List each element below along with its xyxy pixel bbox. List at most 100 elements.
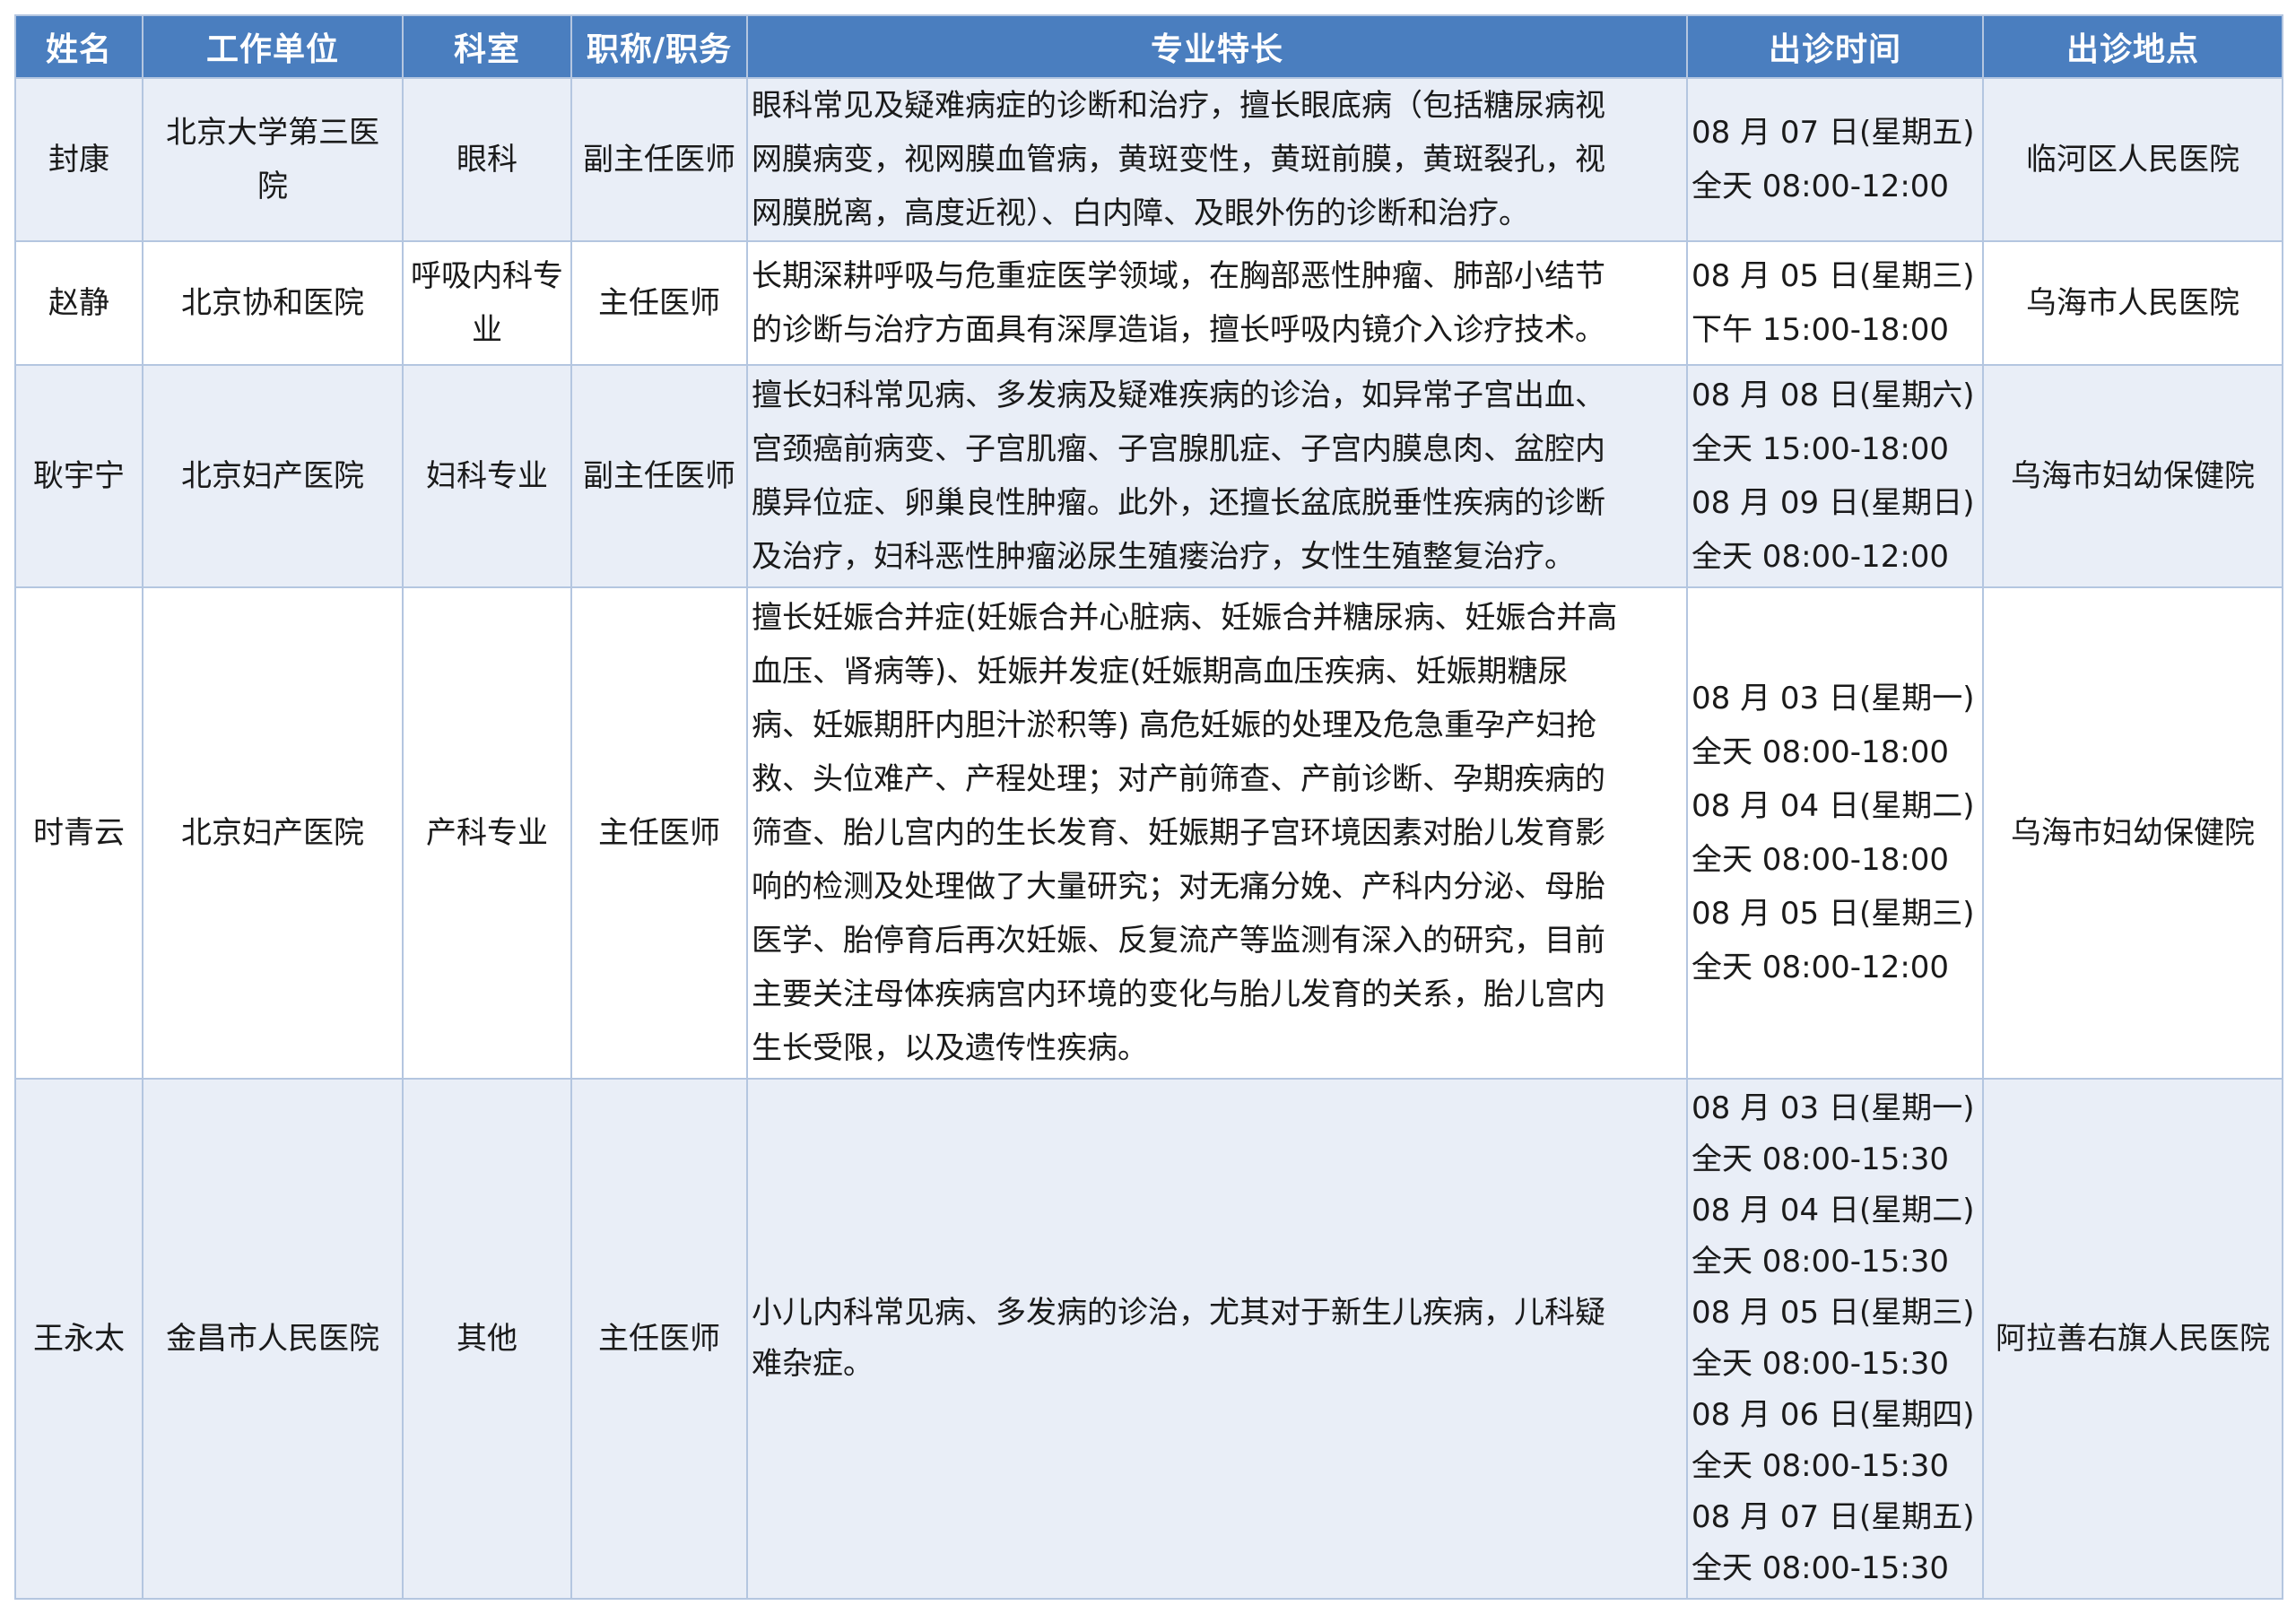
schedule-line: 全天 08:00-12:00 bbox=[1692, 950, 1950, 985]
unit-line: 金昌市人民医院 bbox=[166, 1320, 379, 1357]
cell-name: 时青云 bbox=[14, 586, 144, 1080]
cell-unit: 北京妇产医院 bbox=[142, 586, 404, 1080]
schedule-line: 全天 08:00-15:30 bbox=[1692, 1244, 1950, 1280]
specialty-line: 生长受限，以及遗传性疾病。 bbox=[752, 1030, 1148, 1066]
header-dept: 科室 bbox=[402, 14, 572, 79]
specialty-line: 擅长妇科常见病、多发病及疑难疾病的诊治，如异常子宫出血、 bbox=[752, 378, 1605, 413]
schedule-line: 下午 15:00-18:00 bbox=[1692, 312, 1950, 348]
unit-line: 北京妇产医院 bbox=[181, 815, 364, 851]
header-name: 姓名 bbox=[14, 14, 144, 79]
dept-line: 其他 bbox=[457, 1320, 517, 1357]
cell-specialty: 长期深耕呼吸与危重症医学领域，在胸部恶性肿瘤、肺部小结节 的诊断与治疗方面具有深厚… bbox=[746, 240, 1688, 366]
specialty-line: 网膜病变，视网膜血管病，黄斑变性，黄斑前膜，黄斑裂孔，视 bbox=[752, 142, 1605, 178]
schedule-line: 全天 08:00-12:00 bbox=[1692, 169, 1950, 204]
cell-location: 临河区人民医院 bbox=[1982, 77, 2283, 242]
schedule-line: 全天 08:00-15:30 bbox=[1692, 1550, 1950, 1586]
header-title: 职称/职务 bbox=[570, 14, 748, 79]
schedule-line: 08 月 05 日(星期三) bbox=[1692, 1295, 1975, 1331]
table-row: 耿宇宁 北京妇产医院 妇科专业 副主任医师 擅长妇科常见病、多发病及疑难疾病的诊治，如异… bbox=[14, 364, 2283, 588]
cell-location: 乌海市妇幼保健院 bbox=[1982, 586, 2283, 1080]
specialty-line: 难杂症。 bbox=[752, 1346, 874, 1382]
doctor-schedule-table: 姓名 工作单位 科室 职称/职务 专业特长 出诊时间 出诊地点 封康 北京大学第三… bbox=[14, 14, 2283, 1600]
cell-title: 副主任医师 bbox=[570, 364, 748, 588]
schedule-line: 08 月 04 日(星期二) bbox=[1692, 788, 1975, 824]
specialty-line: 响的检测及处理做了大量研究；对无痛分娩、产科内分泌、母胎 bbox=[752, 869, 1605, 905]
schedule-line: 全天 08:00-15:30 bbox=[1692, 1346, 1950, 1382]
cell-name: 赵静 bbox=[14, 240, 144, 366]
dept-line: 呼吸内科专 bbox=[411, 258, 563, 294]
cell-name: 封康 bbox=[14, 77, 144, 242]
header-schedule: 出诊时间 bbox=[1686, 14, 1984, 79]
schedule-line: 全天 08:00-12:00 bbox=[1692, 539, 1950, 575]
cell-dept: 呼吸内科专业 bbox=[402, 240, 572, 366]
cell-schedule: 08 月 03 日(星期一) 全天 08:00-18:00 08 月 04 日(星期… bbox=[1686, 586, 1984, 1080]
table-row: 赵静 北京协和医院 呼吸内科专业主任医师 长期深耕呼吸与危重症医学领域，在胸部恶性肿瘤… bbox=[14, 240, 2283, 366]
schedule-line: 08 月 05 日(星期三) bbox=[1692, 258, 1975, 294]
cell-location: 乌海市妇幼保健院 bbox=[1982, 364, 2283, 588]
cell-unit: 金昌市人民医院 bbox=[142, 1078, 404, 1600]
schedule-line: 08 月 06 日(星期四) bbox=[1692, 1397, 1975, 1433]
cell-schedule: 08 月 07 日(星期五) 全天 08:00-12:00 bbox=[1686, 77, 1984, 242]
schedule-line: 08 月 04 日(星期二) bbox=[1692, 1193, 1975, 1228]
table-row: 封康 北京大学第三医院 眼科 副主任医师 眼科常见及疑难病症的诊断和治疗，擅长眼底病（包… bbox=[14, 77, 2283, 242]
schedule-line: 08 月 08 日(星期六) bbox=[1692, 378, 1975, 413]
unit-line: 北京大学第三医 bbox=[166, 115, 379, 151]
header-location: 出诊地点 bbox=[1982, 14, 2283, 79]
unit-line: 北京妇产医院 bbox=[181, 458, 364, 494]
specialty-line: 主要关注母体疾病宫内环境的变化与胎儿发育的关系，胎儿宫内 bbox=[752, 976, 1605, 1012]
specialty-line: 救、头位难产、产程处理；对产前筛查、产前诊断、孕期疾病的 bbox=[752, 761, 1605, 797]
cell-dept: 其他 bbox=[402, 1078, 572, 1600]
table-row: 时青云 北京妇产医院 产科专业 主任医师 擅长妊娠合并症(妊娠合并心脏病、妊娠合并糖尿病… bbox=[14, 586, 2283, 1080]
cell-specialty: 擅长妊娠合并症(妊娠合并心脏病、妊娠合并糖尿病、妊娠合并高 血压、肾病等)、妊娠并… bbox=[746, 586, 1688, 1080]
unit-line: 院 bbox=[257, 169, 288, 204]
cell-location: 阿拉善右旗人民医院 bbox=[1982, 1078, 2283, 1600]
specialty-line: 血压、肾病等)、妊娠并发症(妊娠期高血压疾病、妊娠期糖尿 bbox=[752, 654, 1569, 690]
specialty-line: 及治疗，妇科恶性肿瘤泌尿生殖瘘治疗，女性生殖整复治疗。 bbox=[752, 539, 1575, 575]
specialty-line: 膜异位症、卵巢良性肿瘤。此外，还擅长盆底脱垂性疾病的诊断 bbox=[752, 485, 1605, 521]
cell-schedule: 08 月 08 日(星期六) 全天 15:00-18:00 08 月 09 日(星期… bbox=[1686, 364, 1984, 588]
schedule-line: 全天 08:00-15:30 bbox=[1692, 1141, 1950, 1177]
cell-unit: 北京协和医院 bbox=[142, 240, 404, 366]
cell-unit: 北京大学第三医院 bbox=[142, 77, 404, 242]
schedule-line: 08 月 05 日(星期三) bbox=[1692, 896, 1975, 932]
cell-title: 副主任医师 bbox=[570, 77, 748, 242]
schedule-line: 08 月 03 日(星期一) bbox=[1692, 681, 1975, 716]
header-specialty: 专业特长 bbox=[746, 14, 1688, 79]
specialty-line: 筛查、胎儿宫内的生长发育、妊娠期子宫环境因素对胎儿发育影 bbox=[752, 815, 1605, 851]
schedule-line: 全天 08:00-15:30 bbox=[1692, 1448, 1950, 1484]
cell-location: 乌海市人民医院 bbox=[1982, 240, 2283, 366]
specialty-line: 病、妊娠期肝内胆汁淤积等) 高危妊娠的处理及危急重孕产妇抢 bbox=[752, 707, 1597, 743]
cell-title: 主任医师 bbox=[570, 240, 748, 366]
header-unit: 工作单位 bbox=[142, 14, 404, 79]
schedule-table-wrapper: 姓名 工作单位 科室 职称/职务 专业特长 出诊时间 出诊地点 封康 北京大学第三… bbox=[14, 14, 2283, 1600]
schedule-line: 全天 08:00-18:00 bbox=[1692, 734, 1950, 770]
dept-line: 妇科专业 bbox=[426, 458, 548, 494]
header-row: 姓名 工作单位 科室 职称/职务 专业特长 出诊时间 出诊地点 bbox=[14, 14, 2283, 79]
cell-unit: 北京妇产医院 bbox=[142, 364, 404, 588]
cell-schedule: 08 月 03 日(星期一) 全天 08:00-15:30 08 月 04 日(星期… bbox=[1686, 1078, 1984, 1600]
cell-name: 耿宇宁 bbox=[14, 364, 144, 588]
schedule-line: 08 月 03 日(星期一) bbox=[1692, 1090, 1975, 1126]
cell-specialty: 小儿内科常见病、多发病的诊治，尤其对于新生儿疾病，儿科疑 难杂症。 bbox=[746, 1078, 1688, 1600]
cell-dept: 眼科 bbox=[402, 77, 572, 242]
schedule-line: 全天 15:00-18:00 bbox=[1692, 431, 1950, 467]
dept-line: 眼科 bbox=[457, 142, 517, 178]
cell-name: 王永太 bbox=[14, 1078, 144, 1600]
schedule-line: 08 月 07 日(星期五) bbox=[1692, 115, 1975, 151]
unit-line: 北京协和医院 bbox=[181, 285, 364, 321]
cell-schedule: 08 月 05 日(星期三) 下午 15:00-18:00 bbox=[1686, 240, 1984, 366]
dept-line: 产科专业 bbox=[426, 815, 548, 851]
specialty-line: 的诊断与治疗方面具有深厚造诣，擅长呼吸内镜介入诊疗技术。 bbox=[752, 312, 1605, 348]
cell-dept: 产科专业 bbox=[402, 586, 572, 1080]
cell-specialty: 眼科常见及疑难病症的诊断和治疗，擅长眼底病（包括糖尿病视 网膜病变，视网膜血管病，… bbox=[746, 77, 1688, 242]
dept-line: 业 bbox=[472, 312, 502, 348]
specialty-line: 长期深耕呼吸与危重症医学领域，在胸部恶性肿瘤、肺部小结节 bbox=[752, 258, 1605, 294]
specialty-line: 小儿内科常见病、多发病的诊治，尤其对于新生儿疾病，儿科疑 bbox=[752, 1295, 1605, 1331]
specialty-line: 擅长妊娠合并症(妊娠合并心脏病、妊娠合并糖尿病、妊娠合并高 bbox=[752, 600, 1618, 636]
cell-title: 主任医师 bbox=[570, 1078, 748, 1600]
table-body: 封康 北京大学第三医院眼科 副主任医师 眼科常见及疑难病症的诊断和治疗，擅长眼底病（包… bbox=[14, 77, 2283, 1600]
specialty-line: 医学、胎停育后再次妊娠、反复流产等监测有深入的研究，目前 bbox=[752, 923, 1605, 959]
specialty-line: 眼科常见及疑难病症的诊断和治疗，擅长眼底病（包括糖尿病视 bbox=[752, 88, 1605, 124]
schedule-line: 08 月 09 日(星期日) bbox=[1692, 485, 1975, 521]
cell-specialty: 擅长妇科常见病、多发病及疑难疾病的诊治，如异常子宫出血、 宫颈癌前病变、子宫肌瘤、… bbox=[746, 364, 1688, 588]
